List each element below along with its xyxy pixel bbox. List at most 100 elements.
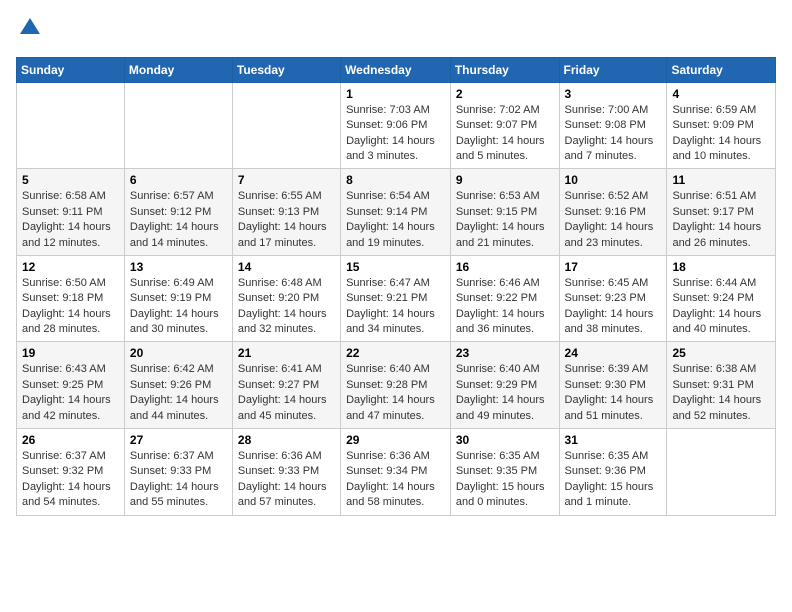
calendar-cell: 16 Sunrise: 6:46 AM Sunset: 9:22 PM Dayli… [450,255,559,342]
day-info: Sunrise: 6:36 AM Sunset: 9:34 PM Dayligh… [346,449,445,511]
day-number: 12 [22,260,119,274]
calendar-cell: 27 Sunrise: 6:37 AM Sunset: 9:33 PM Dayli… [124,429,232,516]
day-number: 27 [130,433,227,447]
day-info: Sunrise: 6:43 AM Sunset: 9:25 PM Dayligh… [22,362,119,424]
calendar-cell: 9 Sunrise: 6:53 AM Sunset: 9:15 PM Daylig… [450,169,559,256]
logo [16,16,42,45]
day-header-monday: Monday [124,57,232,82]
day-info: Sunrise: 6:50 AM Sunset: 9:18 PM Dayligh… [22,276,119,338]
day-number: 9 [456,173,554,187]
day-info: Sunrise: 6:40 AM Sunset: 9:29 PM Dayligh… [456,362,554,424]
calendar-cell: 19 Sunrise: 6:43 AM Sunset: 9:25 PM Dayli… [17,342,125,429]
day-info: Sunrise: 6:38 AM Sunset: 9:31 PM Dayligh… [672,362,770,424]
day-header-sunday: Sunday [17,57,125,82]
calendar-cell: 3 Sunrise: 7:00 AM Sunset: 9:08 PM Daylig… [559,82,667,169]
calendar-cell [232,82,340,169]
calendar-cell: 28 Sunrise: 6:36 AM Sunset: 9:33 PM Dayli… [232,429,340,516]
calendar-cell: 15 Sunrise: 6:47 AM Sunset: 9:21 PM Dayli… [341,255,451,342]
day-info: Sunrise: 6:46 AM Sunset: 9:22 PM Dayligh… [456,276,554,338]
calendar-cell [124,82,232,169]
day-info: Sunrise: 6:37 AM Sunset: 9:33 PM Dayligh… [130,449,227,511]
day-number: 7 [238,173,335,187]
day-number: 11 [672,173,770,187]
day-info: Sunrise: 7:02 AM Sunset: 9:07 PM Dayligh… [456,103,554,165]
day-number: 24 [565,346,662,360]
page-header [16,16,776,45]
calendar-cell: 11 Sunrise: 6:51 AM Sunset: 9:17 PM Dayli… [667,169,776,256]
day-number: 26 [22,433,119,447]
calendar-cell: 1 Sunrise: 7:03 AM Sunset: 9:06 PM Daylig… [341,82,451,169]
day-info: Sunrise: 6:45 AM Sunset: 9:23 PM Dayligh… [565,276,662,338]
day-number: 1 [346,87,445,101]
day-header-wednesday: Wednesday [341,57,451,82]
day-info: Sunrise: 6:35 AM Sunset: 9:36 PM Dayligh… [565,449,662,511]
calendar-cell: 31Sunrise: 6:35 AM Sunset: 9:36 PM Dayli… [559,429,667,516]
day-info: Sunrise: 6:54 AM Sunset: 9:14 PM Dayligh… [346,189,445,251]
day-info: Sunrise: 6:39 AM Sunset: 9:30 PM Dayligh… [565,362,662,424]
day-number: 2 [456,87,554,101]
calendar-cell: 25Sunrise: 6:38 AM Sunset: 9:31 PM Dayli… [667,342,776,429]
day-number: 5 [22,173,119,187]
day-info: Sunrise: 6:55 AM Sunset: 9:13 PM Dayligh… [238,189,335,251]
calendar-week-5: 26Sunrise: 6:37 AM Sunset: 9:32 PM Dayli… [17,429,776,516]
day-number: 16 [456,260,554,274]
day-number: 20 [130,346,227,360]
day-number: 29 [346,433,445,447]
calendar-cell: 26Sunrise: 6:37 AM Sunset: 9:32 PM Dayli… [17,429,125,516]
day-info: Sunrise: 6:44 AM Sunset: 9:24 PM Dayligh… [672,276,770,338]
day-info: Sunrise: 6:49 AM Sunset: 9:19 PM Dayligh… [130,276,227,338]
calendar-cell: 22Sunrise: 6:40 AM Sunset: 9:28 PM Dayli… [341,342,451,429]
calendar-cell: 14 Sunrise: 6:48 AM Sunset: 9:20 PM Dayli… [232,255,340,342]
day-number: 22 [346,346,445,360]
day-number: 13 [130,260,227,274]
day-number: 28 [238,433,335,447]
day-info: Sunrise: 6:41 AM Sunset: 9:27 PM Dayligh… [238,362,335,424]
day-info: Sunrise: 6:36 AM Sunset: 9:33 PM Dayligh… [238,449,335,511]
day-header-thursday: Thursday [450,57,559,82]
day-number: 8 [346,173,445,187]
day-info: Sunrise: 6:57 AM Sunset: 9:12 PM Dayligh… [130,189,227,251]
day-number: 23 [456,346,554,360]
day-info: Sunrise: 6:58 AM Sunset: 9:11 PM Dayligh… [22,189,119,251]
calendar-cell: 18Sunrise: 6:44 AM Sunset: 9:24 PM Dayli… [667,255,776,342]
calendar-cell: 20 Sunrise: 6:42 AM Sunset: 9:26 PM Dayli… [124,342,232,429]
calendar-cell: 10 Sunrise: 6:52 AM Sunset: 9:16 PM Dayli… [559,169,667,256]
day-info: Sunrise: 6:35 AM Sunset: 9:35 PM Dayligh… [456,449,554,511]
calendar-cell: 12 Sunrise: 6:50 AM Sunset: 9:18 PM Dayli… [17,255,125,342]
calendar-cell: 8 Sunrise: 6:54 AM Sunset: 9:14 PM Daylig… [341,169,451,256]
calendar-header: SundayMondayTuesdayWednesdayThursdayFrid… [17,57,776,82]
calendar-week-4: 19 Sunrise: 6:43 AM Sunset: 9:25 PM Dayli… [17,342,776,429]
calendar-cell: 13 Sunrise: 6:49 AM Sunset: 9:19 PM Dayli… [124,255,232,342]
day-info: Sunrise: 6:52 AM Sunset: 9:16 PM Dayligh… [565,189,662,251]
day-info: Sunrise: 6:59 AM Sunset: 9:09 PM Dayligh… [672,103,770,165]
calendar-cell: 23 Sunrise: 6:40 AM Sunset: 9:29 PM Dayli… [450,342,559,429]
day-info: Sunrise: 6:51 AM Sunset: 9:17 PM Dayligh… [672,189,770,251]
calendar-week-2: 5 Sunrise: 6:58 AM Sunset: 9:11 PM Daylig… [17,169,776,256]
day-header-friday: Friday [559,57,667,82]
calendar-cell [667,429,776,516]
day-number: 10 [565,173,662,187]
day-info: Sunrise: 7:03 AM Sunset: 9:06 PM Dayligh… [346,103,445,165]
calendar-cell: 2 Sunrise: 7:02 AM Sunset: 9:07 PM Daylig… [450,82,559,169]
calendar-body: 1 Sunrise: 7:03 AM Sunset: 9:06 PM Daylig… [17,82,776,515]
day-info: Sunrise: 7:00 AM Sunset: 9:08 PM Dayligh… [565,103,662,165]
day-number: 14 [238,260,335,274]
day-header-tuesday: Tuesday [232,57,340,82]
day-number: 21 [238,346,335,360]
calendar-week-3: 12 Sunrise: 6:50 AM Sunset: 9:18 PM Dayli… [17,255,776,342]
calendar-cell: 7 Sunrise: 6:55 AM Sunset: 9:13 PM Daylig… [232,169,340,256]
day-info: Sunrise: 6:48 AM Sunset: 9:20 PM Dayligh… [238,276,335,338]
day-number: 17 [565,260,662,274]
day-info: Sunrise: 6:47 AM Sunset: 9:21 PM Dayligh… [346,276,445,338]
calendar-cell: 30 Sunrise: 6:35 AM Sunset: 9:35 PM Dayli… [450,429,559,516]
day-number: 15 [346,260,445,274]
calendar-cell: 17 Sunrise: 6:45 AM Sunset: 9:23 PM Dayli… [559,255,667,342]
calendar-cell: 4 Sunrise: 6:59 AM Sunset: 9:09 PM Daylig… [667,82,776,169]
day-number: 30 [456,433,554,447]
calendar-cell: 29 Sunrise: 6:36 AM Sunset: 9:34 PM Dayli… [341,429,451,516]
day-info: Sunrise: 6:42 AM Sunset: 9:26 PM Dayligh… [130,362,227,424]
day-number: 19 [22,346,119,360]
day-info: Sunrise: 6:53 AM Sunset: 9:15 PM Dayligh… [456,189,554,251]
day-number: 4 [672,87,770,101]
day-number: 3 [565,87,662,101]
